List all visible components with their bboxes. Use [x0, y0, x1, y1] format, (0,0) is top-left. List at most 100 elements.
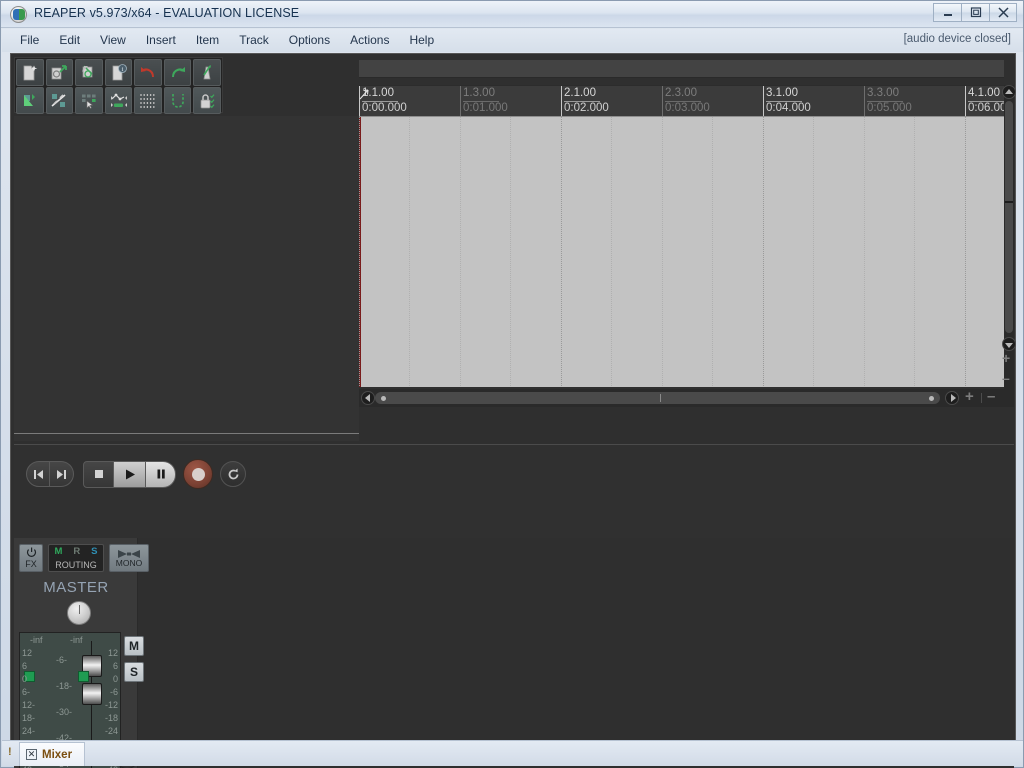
- close-icon[interactable]: ✕: [26, 749, 37, 760]
- timeline-ruler[interactable]: 1.1.00 0:00.000 1.3.00 0:01.000 2.1.00 0:02.0…: [359, 85, 1004, 116]
- vzoom-out-button[interactable]: –: [1002, 371, 1010, 385]
- routing-mrs-indicators: M R S: [49, 546, 103, 557]
- vertical-scroll-center-tick: [1005, 201, 1013, 203]
- solo-button[interactable]: S: [124, 662, 144, 682]
- envelope-icon[interactable]: [16, 87, 44, 114]
- audio-device-status: [audio device closed]: [903, 33, 1011, 45]
- repeat-button[interactable]: [220, 461, 246, 487]
- fader-scale-tick: -30-: [56, 707, 73, 717]
- zoom-in-button[interactable]: +: [965, 389, 974, 404]
- menu-item-track[interactable]: Track: [229, 30, 279, 51]
- mono-button[interactable]: MONO: [109, 544, 149, 572]
- mouse-modifiers-icon[interactable]: [75, 87, 103, 114]
- scroll-handle-left-dot[interactable]: [381, 396, 386, 401]
- menu-bar: File Edit View Insert Item Track Options…: [2, 29, 1023, 52]
- bottom-dock: ! ✕ Mixer: [2, 740, 1023, 766]
- menu-item-view[interactable]: View: [90, 30, 136, 51]
- go-to-end-button[interactable]: [50, 461, 74, 487]
- scroll-up-button[interactable]: [1002, 85, 1016, 99]
- fx-button[interactable]: FX: [19, 544, 43, 572]
- grid-icon[interactable]: [134, 87, 162, 114]
- arrange-gridline: [914, 117, 915, 387]
- dock-alert-icon[interactable]: !: [8, 746, 12, 758]
- transport-buttons: [26, 459, 246, 489]
- vertical-scrollbar[interactable]: + –: [1002, 85, 1016, 407]
- horizontal-scroll-thumb[interactable]: [375, 392, 940, 404]
- menu-item-help[interactable]: Help: [399, 30, 444, 51]
- vertical-scroll-thumb[interactable]: [1005, 101, 1013, 333]
- mute-button[interactable]: M: [124, 636, 144, 656]
- undo-icon[interactable]: [134, 59, 162, 86]
- meter-peak-right[interactable]: -inf: [70, 635, 83, 645]
- crossfade-icon[interactable]: [45, 87, 74, 114]
- meter-scale-tick: 18-: [22, 713, 36, 723]
- reaper-main-window: REAPER v5.973/x64 - EVALUATION LICENSE F…: [0, 0, 1024, 768]
- lock-icon[interactable]: [193, 87, 222, 114]
- fader-thumb-lower[interactable]: [82, 683, 102, 705]
- ruler-time-label: 0:05.000: [867, 102, 912, 114]
- pan-knob[interactable]: [67, 601, 91, 625]
- master-track-name[interactable]: MASTER: [14, 579, 138, 596]
- record-button[interactable]: [183, 459, 213, 489]
- arrange-gridline: [359, 117, 360, 387]
- ruler-gridline: [763, 86, 764, 116]
- stop-button[interactable]: [83, 460, 114, 488]
- new-project-icon[interactable]: [16, 59, 44, 86]
- scroll-right-button[interactable]: [945, 391, 959, 405]
- arrange-gridline: [510, 117, 511, 387]
- meter-scale-tick: 12: [22, 648, 33, 658]
- maximize-button[interactable]: [961, 3, 989, 22]
- open-project-icon[interactable]: [45, 59, 74, 86]
- arrange-canvas[interactable]: [359, 116, 1004, 387]
- toolbar-row-1: i: [15, 58, 222, 86]
- dock-tab-label: Mixer: [42, 748, 73, 761]
- minimize-button[interactable]: [933, 3, 961, 22]
- dock-tab-mixer[interactable]: ✕ Mixer: [19, 742, 86, 766]
- scroll-left-button[interactable]: [361, 391, 375, 405]
- metronome-icon[interactable]: [193, 59, 222, 86]
- window-frame: REAPER v5.973/x64 - EVALUATION LICENSE F…: [0, 0, 1024, 768]
- routing-s-indicator[interactable]: S: [91, 546, 97, 557]
- meter-scale-tick: -18: [104, 713, 118, 723]
- loop-region-icon[interactable]: [163, 87, 192, 114]
- ruler-gridline: [965, 86, 966, 116]
- menu-item-edit[interactable]: Edit: [49, 30, 90, 51]
- project-settings-icon[interactable]: i: [104, 59, 133, 86]
- ruler-time-label: 0:04.000: [766, 102, 811, 114]
- power-icon: [26, 547, 36, 557]
- ruler-time-label: 0:02.000: [564, 102, 609, 114]
- play-button[interactable]: [114, 460, 146, 488]
- close-button[interactable]: [989, 3, 1017, 22]
- save-project-icon[interactable]: [75, 59, 103, 86]
- master-mixer-strip: FX M R S ROUTING MONO MASTER -inf -inf 1…: [14, 538, 149, 768]
- main-workspace: i 1.1.00 0:00.000 1.3.00 0:01.000 2.1.00…: [10, 53, 1016, 768]
- mono-button-label: MONO: [115, 557, 143, 568]
- scroll-down-button[interactable]: [1002, 337, 1016, 351]
- routing-m-indicator[interactable]: M: [54, 546, 62, 557]
- menu-item-insert[interactable]: Insert: [136, 30, 186, 51]
- menu-item-actions[interactable]: Actions: [340, 30, 399, 51]
- horizontal-scrollbar[interactable]: + –: [359, 389, 1004, 407]
- menu-item-options[interactable]: Options: [279, 30, 340, 51]
- mixer-empty-area[interactable]: [138, 538, 1014, 768]
- meter-scale-tick: 6-: [22, 687, 31, 697]
- meter-peak-left[interactable]: -inf: [30, 635, 43, 645]
- scroll-handle-right-dot[interactable]: [929, 396, 934, 401]
- meter-scale-tick: -24: [104, 726, 118, 736]
- zoom-out-button[interactable]: –: [987, 389, 995, 404]
- menu-item-file[interactable]: File: [10, 30, 49, 51]
- automation-icon[interactable]: [104, 87, 133, 114]
- arrange-gridline: [409, 117, 410, 387]
- routing-button[interactable]: M R S ROUTING: [48, 544, 104, 572]
- redo-icon[interactable]: [163, 59, 192, 86]
- routing-r-indicator[interactable]: R: [73, 546, 80, 557]
- go-to-start-button[interactable]: [26, 461, 50, 487]
- track-control-panel[interactable]: [14, 116, 359, 441]
- menu-item-item[interactable]: Item: [186, 30, 229, 51]
- arrange-gridline: [712, 117, 713, 387]
- pause-button[interactable]: [146, 460, 176, 488]
- vzoom-in-button[interactable]: +: [1002, 351, 1010, 365]
- meter-scale-tick: 12: [107, 648, 118, 658]
- ruler-gridline: [662, 86, 663, 116]
- timeline-top-strip[interactable]: [359, 60, 1004, 78]
